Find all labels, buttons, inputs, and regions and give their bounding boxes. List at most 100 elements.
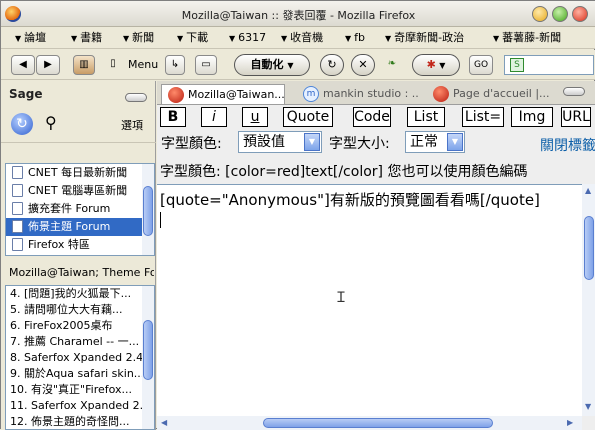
close-tags-link[interactable]: 關閉標籤 <box>540 135 595 155</box>
scroll-right-icon[interactable]: ▶ <box>567 418 573 427</box>
browser-window: Mozilla@Taiwan :: 發表回覆 - Mozilla Firefox… <box>0 0 595 430</box>
bookmarks-toolbar: ▼ 論壇 ▼ 書籍 ▼ 新聞 ▼ 下載 ▼ 6317 ▼ 收音機 ▼ fb ▼ 奇摩新聞-政治 … <box>1 27 595 49</box>
search-icon[interactable]: ⚲ <box>45 113 57 132</box>
close-button[interactable] <box>572 6 588 22</box>
feed-doc-icon <box>12 238 23 251</box>
feed-list-scrollbar[interactable] <box>142 164 154 255</box>
search-engine-button[interactable]: ✱ ▼ <box>412 54 460 76</box>
bookmark-folder-yam-news[interactable]: ▼ 蕃薯藤-新聞 <box>493 30 561 46</box>
editor-horizontal-scrollbar[interactable]: ◀ ▶ <box>157 416 582 430</box>
feed-entry[interactable]: 8. Saferfox Xpanded 2.4... <box>6 350 142 366</box>
dropdown-arrow-icon: ▼ <box>345 34 352 43</box>
ordered-list-button[interactable]: List= <box>462 107 504 127</box>
bookmark-folder-download[interactable]: ▼ 下載 <box>177 30 208 46</box>
list-button[interactable]: List <box>407 107 445 127</box>
dropdown-arrow-icon: ▼ <box>287 61 294 70</box>
stop-button[interactable]: ✕ <box>351 54 375 76</box>
display-button[interactable]: ▭ <box>195 55 217 75</box>
scroll-thumb[interactable] <box>143 320 153 380</box>
feed-items-list: 4. [問題]我的火狐最下... 5. 請問哪位大大有藕... 6. FireF… <box>5 285 155 430</box>
bookmark-folder-6317[interactable]: ▼ 6317 <box>229 30 266 46</box>
sidebar-options-button[interactable]: 選項 <box>121 117 143 133</box>
bookmark-folder-radio[interactable]: ▼ 收音機 <box>281 30 323 46</box>
search-engine-icon: ✱ <box>426 58 436 71</box>
feed-entry[interactable]: 4. [問題]我的火狐最下... <box>6 286 142 302</box>
tab-page-accueil[interactable]: Page d'accueil |... <box>427 84 557 104</box>
feed-entry[interactable]: 6. FireFox2005桌布 <box>6 318 142 334</box>
scroll-thumb[interactable] <box>584 216 594 280</box>
page-icon-button[interactable]: ▯ <box>105 55 121 75</box>
tab-mankin-studio[interactable]: m mankin studio : ... <box>297 84 419 104</box>
feed-item[interactable]: CNET 電腦專區新聞 <box>6 182 154 200</box>
feed-item[interactable]: 擴充套件 Forum <box>6 200 154 218</box>
feed-entry[interactable]: 9. 關於Aqua safari skin... <box>6 366 142 382</box>
dropdown-arrow-icon: ▼ <box>439 61 446 70</box>
reload-button[interactable]: ↻ <box>320 54 344 76</box>
back-button[interactable]: ◀ <box>11 55 35 75</box>
feed-title: Mozilla@Taiwan; Theme Forum <box>9 266 154 279</box>
minimize-button[interactable] <box>532 6 548 22</box>
message-textarea[interactable]: [quote="Anonymous"]有新版的預覽圖看看嗎[/quote] Ｉ <box>157 184 582 416</box>
page-content: B i u Quote Code List List= Img URL 字型顏色… <box>157 105 595 430</box>
dropdown-arrow-icon: ▼ <box>447 133 463 151</box>
mozilla-icon <box>433 86 449 102</box>
maximize-button[interactable] <box>552 6 568 22</box>
scroll-up-icon[interactable]: ▲ <box>585 186 591 195</box>
feed-item-selected[interactable]: 佈景主題 Forum <box>6 218 154 236</box>
help-hint: 字型顏色: [color=red]text[/color] 您也可以使用顏色編碼 <box>160 164 528 180</box>
dropdown-arrow-icon: ▼ <box>71 34 78 43</box>
scroll-left-icon[interactable]: ◀ <box>161 418 167 427</box>
import-button[interactable]: ↳ <box>165 55 185 75</box>
go-button[interactable]: GO <box>469 55 493 75</box>
quote-button[interactable]: Quote <box>283 107 333 127</box>
font-color-select[interactable]: 預設值 ▼ <box>238 131 322 153</box>
editor-vertical-scrollbar[interactable]: ▲ ▼ <box>582 184 595 416</box>
reload-icon: ↻ <box>327 58 337 71</box>
underline-button[interactable]: u <box>242 107 268 127</box>
bookmark-folder-fb[interactable]: ▼ fb <box>345 30 365 46</box>
feed-item[interactable]: Firefox 特區 <box>6 236 154 254</box>
bookmark-folder-books[interactable]: ▼ 書籍 <box>71 30 102 46</box>
tab-close-button[interactable] <box>563 87 585 96</box>
feed-entry[interactable]: 11. Saferfox Xpanded 2.... <box>6 398 142 414</box>
site-icon: S <box>510 58 524 72</box>
bookmark-folder-news[interactable]: ▼ 新聞 <box>123 30 154 46</box>
bookmark-manager-button[interactable]: ▥ <box>73 55 95 75</box>
mankin-icon: m <box>303 86 319 102</box>
scroll-down-icon[interactable]: ▼ <box>585 402 591 411</box>
feed-entry[interactable]: 10. 有沒"真正"Firefox... <box>6 382 142 398</box>
sage-refresh-icon[interactable]: ↻ <box>11 113 33 135</box>
navigation-toolbar: ◀ ▶ ▥ ▯ Menu ↳ ▭ 自動化 ▼ ↻ ✕ ❧ ✱ ▼ GO S <box>1 50 595 80</box>
feed-entry[interactable]: 5. 請問哪位大大有藕... <box>6 302 142 318</box>
leaf-button[interactable]: ❧ <box>382 55 402 75</box>
menu-button[interactable]: Menu <box>128 58 158 71</box>
stop-icon: ✕ <box>358 58 368 71</box>
sidebar-toolbar: ↻ ⚲ 選項 <box>1 105 156 143</box>
feed-entry[interactable]: 7. 推薦 Charamel -- 一... <box>6 334 142 350</box>
italic-button[interactable]: i <box>201 107 227 127</box>
font-size-label: 字型大小: <box>329 136 390 152</box>
message-text: [quote="Anonymous"]有新版的預覽圖看看嗎[/quote] <box>160 191 540 209</box>
feed-entry[interactable]: 12. 佈景主題的奇怪問... <box>6 414 142 429</box>
url-button[interactable]: URL <box>561 107 591 127</box>
bookmark-folder-yahoo-politics[interactable]: ▼ 奇摩新聞-政治 <box>385 30 464 46</box>
dropdown-arrow-icon: ▼ <box>304 133 320 151</box>
automation-button[interactable]: 自動化 ▼ <box>234 54 310 76</box>
sidebar-close-button[interactable] <box>125 93 147 102</box>
url-input[interactable]: S <box>504 55 594 75</box>
bold-button[interactable]: B <box>160 107 186 127</box>
leaf-icon: ❧ <box>387 58 397 69</box>
font-size-select[interactable]: 正常 ▼ <box>405 131 465 153</box>
scroll-thumb[interactable] <box>263 418 493 428</box>
items-scrollbar[interactable] <box>142 286 154 429</box>
feed-doc-icon <box>12 184 23 197</box>
feed-item[interactable]: CNET 每日最新新聞 <box>6 164 154 182</box>
feed-list: CNET 每日最新新聞 CNET 電腦專區新聞 擴充套件 Forum 佈景主題 … <box>5 163 155 256</box>
forward-button[interactable]: ▶ <box>36 55 60 75</box>
dropdown-arrow-icon: ▼ <box>15 34 22 43</box>
bookmark-folder-forum[interactable]: ▼ 論壇 <box>15 30 46 46</box>
image-button[interactable]: Img <box>511 107 553 127</box>
tab-mozilla-taiwan[interactable]: Mozilla@Taiwan... <box>161 84 285 104</box>
scroll-thumb[interactable] <box>143 186 153 236</box>
code-button[interactable]: Code <box>353 107 391 127</box>
